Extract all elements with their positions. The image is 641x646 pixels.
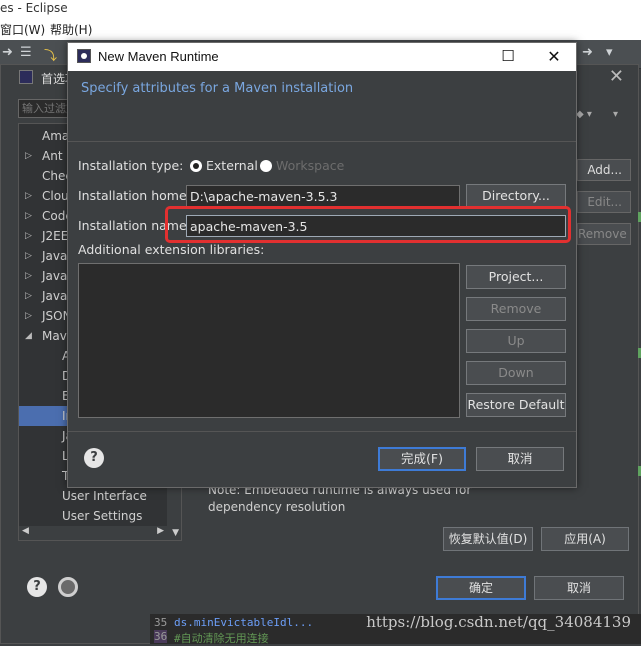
view-menu-icon[interactable]: ▾ — [613, 109, 618, 120]
maven-dialog-title: New Maven Runtime — [98, 49, 219, 64]
installation-home-field-wrapper — [186, 185, 460, 207]
help-icon[interactable]: ? — [84, 448, 104, 468]
extension-libraries-list[interactable] — [78, 263, 460, 418]
collapsed-icon[interactable]: ▷ — [25, 146, 35, 166]
extension-libraries-label: Additional extension libraries: — [78, 242, 265, 257]
maven-dialog-titlebar: New Maven Runtime ☐ ✕ — [68, 43, 576, 71]
line-number: 35 — [154, 616, 168, 629]
eclipse-app-icon — [77, 49, 91, 63]
collapsed-icon[interactable]: ▷ — [25, 306, 35, 326]
maximize-icon[interactable]: ☐ — [496, 47, 520, 65]
import-export-icon[interactable] — [58, 577, 78, 597]
tree-item[interactable]: User Interface — [19, 486, 169, 506]
highlight-annotation — [165, 206, 571, 243]
toolbar-list-icon[interactable]: ☰ — [20, 45, 32, 60]
tree-item-label: Java — [42, 269, 68, 283]
tree-item-label: User Interface — [62, 489, 147, 503]
maven-dialog-description: Specify attributes for a Maven installat… — [81, 81, 354, 96]
remove-library-button[interactable]: Remove — [466, 297, 566, 321]
remove-runtime-button[interactable]: Remove — [577, 223, 631, 245]
tree-item[interactable]: User Settings — [19, 506, 169, 526]
tree-item-label: Ant — [42, 149, 63, 163]
collapsed-icon[interactable]: ▷ — [25, 186, 35, 206]
workspace-radio-label[interactable]: Workspace — [276, 158, 344, 173]
tree-item-label: Java — [42, 249, 68, 263]
restore-default-button[interactable]: Restore Default — [466, 393, 566, 417]
nav-back-icon[interactable]: ◆ ▾ — [576, 109, 592, 120]
toolbar-dropdown-icon[interactable]: ▾ — [606, 45, 613, 60]
collapsed-icon[interactable]: ▷ — [25, 286, 35, 306]
help-icon[interactable]: ? — [27, 577, 47, 597]
line-number: 36 — [154, 630, 168, 643]
workspace-radio[interactable] — [260, 160, 272, 172]
up-button[interactable]: Up — [466, 329, 566, 353]
collapsed-icon[interactable]: ▷ — [25, 206, 35, 226]
add-button[interactable]: Add... — [577, 159, 631, 181]
collapsed-icon[interactable]: ▷ — [25, 226, 35, 246]
tree-item-label: J2EE — [42, 229, 69, 243]
external-radio-label[interactable]: External — [206, 158, 258, 173]
chevron-left-icon[interactable]: ◀ — [22, 526, 29, 536]
expanded-icon[interactable]: ◢ — [25, 326, 35, 346]
new-maven-runtime-dialog: New Maven Runtime ☐ ✕ Specify attributes… — [67, 42, 577, 488]
external-radio[interactable] — [190, 160, 202, 172]
watermark: https://blog.csdn.net/qq_34084139 — [366, 613, 631, 631]
code-line-35: ds.minEvictableIdl... — [174, 616, 314, 629]
close-icon[interactable]: ✕ — [609, 66, 624, 87]
apply-button[interactable]: 应用(A) — [541, 527, 629, 551]
eclipse-titlebar: es - Eclipse — [0, 0, 641, 18]
chevron-down-icon[interactable]: ▼ — [172, 528, 179, 538]
collapsed-icon[interactable]: ▷ — [25, 266, 35, 286]
down-button[interactable]: Down — [466, 361, 566, 385]
installation-home-label: Installation home: — [78, 188, 191, 203]
menu-window[interactable]: 窗口(W) — [0, 21, 45, 38]
eclipse-app-icon — [19, 70, 33, 84]
directory-button[interactable]: Directory... — [466, 184, 566, 208]
restore-defaults-button[interactable]: 恢复默认值(D) — [443, 527, 533, 551]
tree-item-label: User Settings — [62, 509, 143, 523]
cancel-button[interactable]: 取消 — [476, 447, 564, 471]
edit-button[interactable]: Edit... — [577, 191, 631, 213]
toolbar-arrow-icon[interactable]: ➜ — [2, 45, 13, 60]
cancel-button[interactable]: 取消 — [534, 576, 624, 600]
collapsed-icon[interactable]: ▷ — [25, 246, 35, 266]
eclipse-menubar: 窗口(W) 帮助(H) — [0, 18, 641, 40]
installation-home-field[interactable] — [187, 186, 459, 206]
finish-button[interactable]: 完成(F) — [378, 447, 466, 471]
tree-item-label: Clou — [42, 189, 69, 203]
tree-item-label: Java — [42, 289, 68, 303]
toolbar-next-annotation-icon[interactable]: ⤵ — [44, 45, 57, 64]
ok-button[interactable]: 确定 — [436, 576, 526, 600]
menu-help[interactable]: 帮助(H) — [50, 21, 92, 38]
installation-type-label: Installation type: — [78, 158, 184, 173]
chevron-right-icon[interactable]: ▶ — [157, 526, 164, 536]
eclipse-title: es - Eclipse — [0, 1, 68, 15]
tree-item-label: Ama — [42, 129, 70, 143]
project-button[interactable]: Project... — [466, 265, 566, 289]
footer-separator — [68, 431, 576, 432]
close-icon[interactable]: ✕ — [542, 47, 566, 66]
toolbar-forward-icon[interactable]: ➜ — [582, 45, 593, 60]
tree-horizontal-scrollbar[interactable]: ◀ ▶ — [19, 526, 167, 540]
